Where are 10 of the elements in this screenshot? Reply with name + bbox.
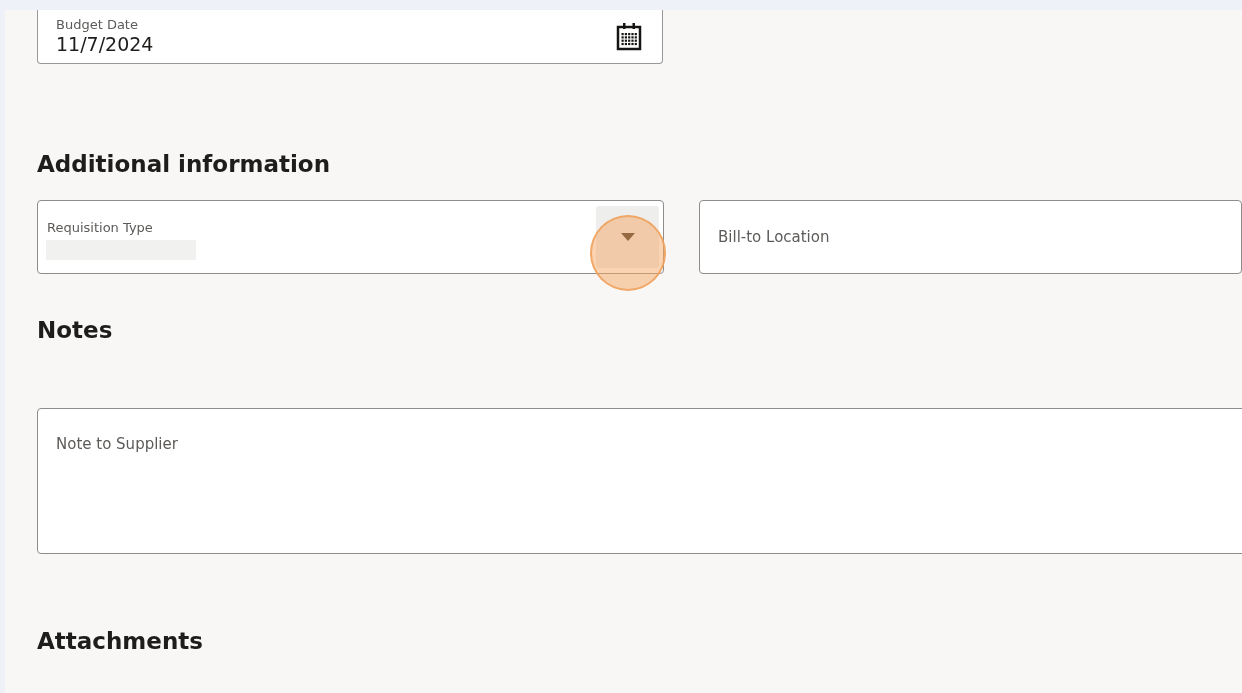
- section-heading: Notes: [37, 316, 114, 344]
- field-label: Requisition Type: [46, 220, 153, 235]
- section-heading: Additional information: [37, 150, 332, 178]
- field-label: Budget Date: [56, 17, 139, 32]
- section-heading: Attachments: [37, 627, 204, 655]
- note-to-supplier-field[interactable]: Note to Supplier: [37, 408, 1242, 554]
- bill-to-location-field[interactable]: Bill-to Location: [699, 200, 1242, 274]
- budget-date-field[interactable]: Budget Date 11/7/2024: [37, 10, 663, 64]
- field-value: 11/7/2024: [56, 32, 154, 56]
- requisition-type-select[interactable]: Requisition Type: [37, 200, 664, 274]
